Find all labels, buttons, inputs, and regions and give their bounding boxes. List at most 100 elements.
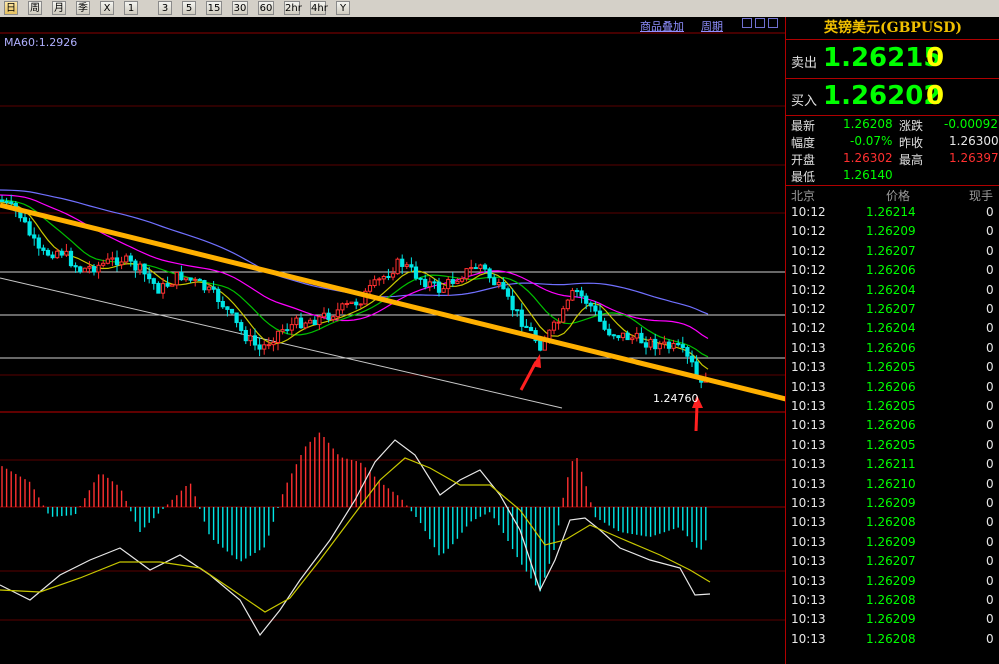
- candle-body: [285, 329, 290, 332]
- period-button[interactable]: 周: [28, 1, 42, 15]
- period-button[interactable]: 1: [124, 1, 138, 15]
- tick-row[interactable]: 10:12 1.26206 0: [786, 263, 999, 282]
- sell-row[interactable]: 卖出 1.26215 0: [786, 41, 999, 77]
- tick-price: 1.26210: [866, 476, 916, 491]
- candle-body: [616, 335, 621, 339]
- candle-body: [556, 321, 561, 324]
- tick-row[interactable]: 10:13 1.26206 0: [786, 380, 999, 399]
- tick-row[interactable]: 10:13 1.26205 0: [786, 360, 999, 379]
- candle-body: [450, 279, 455, 284]
- chart-area[interactable]: 1.24760: [0, 17, 785, 664]
- tick-row[interactable]: 10:12 1.26214 0: [786, 205, 999, 224]
- buy-row[interactable]: 买入 1.26202 0: [786, 79, 999, 115]
- tick-row[interactable]: 10:13 1.26206 0: [786, 341, 999, 360]
- candle-body: [303, 322, 308, 329]
- candle-body: [630, 337, 635, 341]
- tick-row[interactable]: 10:13 1.26209 0: [786, 535, 999, 554]
- period-button[interactable]: 季: [76, 1, 90, 15]
- candle-body: [551, 321, 557, 331]
- candle-body: [170, 284, 175, 287]
- window-restore-button[interactable]: [742, 18, 752, 28]
- tick-row[interactable]: 10:12 1.26209 0: [786, 224, 999, 243]
- candle-body: [446, 279, 451, 290]
- tick-price: 1.26208: [866, 631, 916, 646]
- candle-body: [515, 309, 520, 312]
- tick-time: 10:12: [791, 205, 826, 219]
- tick-time: 10:13: [791, 476, 826, 491]
- high-label: 最高: [899, 153, 924, 167]
- period-button[interactable]: 3: [158, 1, 172, 15]
- candle-body: [275, 330, 281, 343]
- tick-row[interactable]: 10:13 1.26209 0: [786, 574, 999, 593]
- tick-row[interactable]: 10:12 1.26207 0: [786, 244, 999, 263]
- tick-row[interactable]: 10:13 1.26208 0: [786, 632, 999, 651]
- candle-body: [91, 266, 97, 273]
- tick-row[interactable]: 10:13 1.26211 0: [786, 457, 999, 476]
- candle-body: [266, 344, 271, 347]
- tick-volume: 0: [986, 437, 994, 452]
- period-button[interactable]: 15: [206, 1, 222, 15]
- candle-body: [32, 234, 37, 239]
- period-button[interactable]: 2hr: [284, 1, 302, 15]
- period-button[interactable]: 月: [52, 1, 66, 15]
- period-button[interactable]: 4hr: [310, 1, 328, 15]
- candle-body: [252, 335, 258, 346]
- tick-row[interactable]: 10:12 1.26204 0: [786, 283, 999, 302]
- candlestick-chart[interactable]: 1.24760: [0, 17, 785, 664]
- tick-row[interactable]: 10:13 1.26208 0: [786, 515, 999, 534]
- candle-body: [73, 265, 78, 268]
- tick-row[interactable]: 10:13 1.26205 0: [786, 438, 999, 457]
- candle-body: [248, 335, 253, 342]
- tick-volume: 0: [986, 302, 994, 316]
- buy-volume: 0: [926, 81, 945, 111]
- candle-body: [423, 278, 428, 288]
- candle-body: [331, 316, 336, 320]
- candle-body: [243, 329, 248, 342]
- candle-body: [308, 319, 313, 324]
- candle-body: [542, 340, 547, 351]
- tick-time: 10:13: [791, 554, 826, 569]
- candle-body: [510, 295, 515, 311]
- candle-body: [386, 275, 391, 278]
- candle-body: [27, 221, 32, 236]
- tick-row[interactable]: 10:13 1.26209 0: [786, 496, 999, 515]
- period-button[interactable]: Y: [336, 1, 350, 15]
- tick-row[interactable]: 10:12 1.26204 0: [786, 321, 999, 340]
- candle-body: [124, 255, 129, 263]
- window-close-button[interactable]: [755, 18, 765, 28]
- candle-body: [133, 260, 138, 271]
- tick-price: 1.26204: [866, 282, 916, 297]
- candle-body: [234, 312, 239, 324]
- tick-row[interactable]: 10:13 1.26205 0: [786, 399, 999, 418]
- prevclose-label: 昨收: [899, 136, 924, 150]
- candle-body: [147, 273, 152, 280]
- candle-body: [685, 347, 690, 357]
- period-button[interactable]: 60: [258, 1, 274, 15]
- tick-volume: 0: [986, 399, 994, 413]
- tab-overlay[interactable]: 商品叠加: [640, 18, 684, 34]
- tick-row[interactable]: 10:12 1.26207 0: [786, 302, 999, 321]
- low-label: 最低: [791, 170, 816, 184]
- candle-body: [188, 277, 193, 281]
- tick-row[interactable]: 10:13 1.26209 0: [786, 612, 999, 631]
- period-button[interactable]: 30: [232, 1, 248, 15]
- candle-body: [528, 326, 534, 332]
- candle-body: [561, 308, 566, 323]
- window-expand-button[interactable]: [768, 18, 778, 28]
- period-button[interactable]: X: [100, 1, 114, 15]
- tab-period[interactable]: 周期: [701, 18, 723, 34]
- tick-volume: 0: [986, 534, 994, 549]
- candle-body: [538, 340, 543, 351]
- candle-body: [372, 279, 377, 287]
- candle-body: [519, 309, 524, 327]
- period-button[interactable]: 日: [4, 1, 18, 15]
- tick-row[interactable]: 10:13 1.26207 0: [786, 554, 999, 573]
- candle-body: [68, 250, 74, 267]
- candle-body: [593, 305, 598, 312]
- tick-row[interactable]: 10:13 1.26206 0: [786, 418, 999, 437]
- period-button[interactable]: 5: [182, 1, 196, 15]
- tick-price: 1.26206: [866, 379, 916, 394]
- candle-body: [565, 299, 570, 310]
- tick-row[interactable]: 10:13 1.26208 0: [786, 593, 999, 612]
- tick-row[interactable]: 10:13 1.26210 0: [786, 477, 999, 496]
